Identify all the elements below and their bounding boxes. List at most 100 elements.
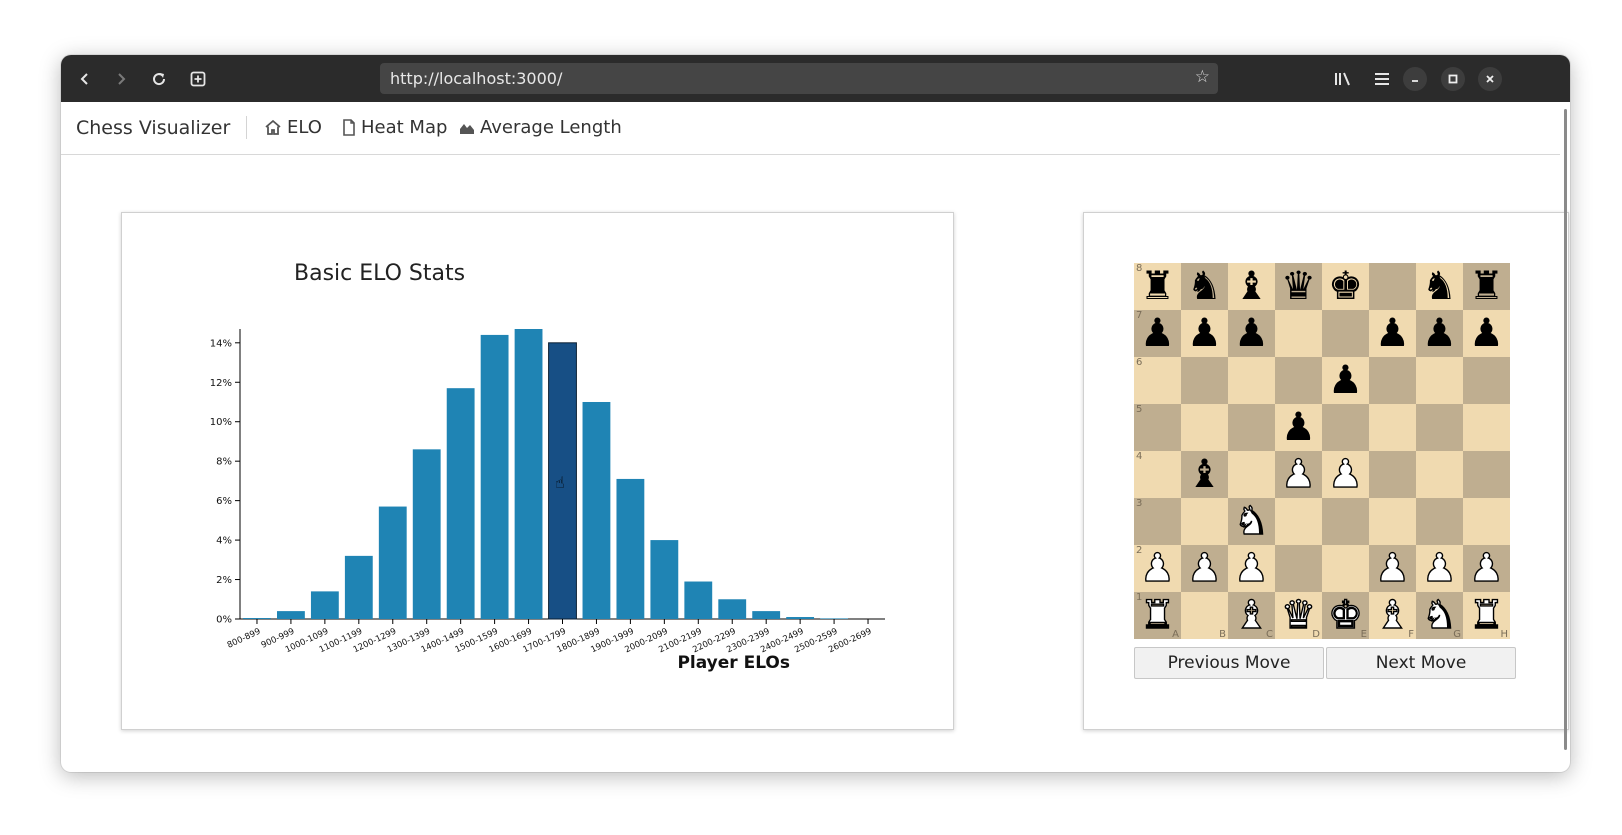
board-square[interactable]: ♜ bbox=[1463, 263, 1510, 310]
black-pawn-icon[interactable]: ♟ bbox=[1134, 310, 1181, 357]
board-square[interactable] bbox=[1463, 498, 1510, 545]
next-move-button[interactable]: Next Move bbox=[1326, 647, 1516, 679]
board-square[interactable] bbox=[1369, 357, 1416, 404]
board-square[interactable]: 8 ♜ bbox=[1134, 263, 1181, 310]
back-icon[interactable] bbox=[71, 65, 99, 93]
board-square[interactable]: 4 bbox=[1134, 451, 1181, 498]
white-pawn-icon[interactable]: ♟ bbox=[1134, 545, 1181, 592]
white-pawn-icon[interactable]: ♟ bbox=[1275, 451, 1322, 498]
board-square[interactable] bbox=[1181, 357, 1228, 404]
board-square[interactable] bbox=[1322, 545, 1369, 592]
black-knight-icon[interactable]: ♞ bbox=[1416, 263, 1463, 310]
board-square[interactable] bbox=[1275, 545, 1322, 592]
black-pawn-icon[interactable]: ♟ bbox=[1416, 310, 1463, 357]
scrollbar[interactable] bbox=[1564, 109, 1567, 750]
board-square[interactable] bbox=[1463, 451, 1510, 498]
nav-item-heat-map[interactable]: Heat Map bbox=[342, 117, 447, 138]
board-square[interactable]: ♚ bbox=[1322, 263, 1369, 310]
white-pawn-icon[interactable]: ♟ bbox=[1228, 545, 1275, 592]
black-knight-icon[interactable]: ♞ bbox=[1181, 263, 1228, 310]
board-square[interactable]: D ♛ bbox=[1275, 592, 1322, 640]
board-square[interactable] bbox=[1416, 357, 1463, 404]
maximize-icon[interactable] bbox=[1441, 67, 1465, 91]
bookmark-star-icon[interactable]: ☆ bbox=[1195, 67, 1210, 87]
board-square[interactable] bbox=[1228, 451, 1275, 498]
black-queen-icon[interactable]: ♛ bbox=[1275, 263, 1322, 310]
black-rook-icon[interactable]: ♜ bbox=[1463, 263, 1510, 310]
menu-icon[interactable] bbox=[1368, 65, 1396, 93]
white-bishop-icon[interactable]: ♝ bbox=[1369, 592, 1416, 639]
white-rook-icon[interactable]: ♜ bbox=[1463, 592, 1510, 639]
black-pawn-icon[interactable]: ♟ bbox=[1369, 310, 1416, 357]
nav-item-average-length[interactable]: Average Length bbox=[459, 117, 622, 138]
board-square[interactable] bbox=[1369, 451, 1416, 498]
board-square[interactable] bbox=[1322, 404, 1369, 451]
board-square[interactable]: ♟ bbox=[1228, 310, 1275, 357]
board-square[interactable]: ♟ bbox=[1416, 545, 1463, 592]
board-square[interactable]: F ♝ bbox=[1369, 592, 1416, 640]
board-square[interactable] bbox=[1322, 498, 1369, 545]
board-square[interactable]: 2 ♟ bbox=[1134, 545, 1181, 592]
white-pawn-icon[interactable]: ♟ bbox=[1322, 451, 1369, 498]
white-pawn-icon[interactable]: ♟ bbox=[1416, 545, 1463, 592]
board-square[interactable] bbox=[1275, 498, 1322, 545]
board-square[interactable]: ♟ bbox=[1463, 545, 1510, 592]
black-bishop-icon[interactable]: ♝ bbox=[1228, 263, 1275, 310]
forward-icon[interactable] bbox=[107, 65, 135, 93]
board-square[interactable]: ♝ bbox=[1181, 451, 1228, 498]
app-brand[interactable]: Chess Visualizer bbox=[76, 117, 230, 139]
black-pawn-icon[interactable]: ♟ bbox=[1463, 310, 1510, 357]
board-square[interactable]: ♞ bbox=[1416, 263, 1463, 310]
url-text[interactable]: http://localhost:3000/ bbox=[390, 69, 562, 88]
previous-move-button[interactable]: Previous Move bbox=[1134, 647, 1324, 679]
board-square[interactable]: ♞ bbox=[1228, 498, 1275, 545]
board-square[interactable]: 5 bbox=[1134, 404, 1181, 451]
new-tab-icon[interactable] bbox=[184, 65, 212, 93]
white-rook-icon[interactable]: ♜ bbox=[1134, 592, 1181, 639]
board-square[interactable] bbox=[1275, 357, 1322, 404]
minimize-icon[interactable] bbox=[1403, 67, 1427, 91]
white-knight-icon[interactable]: ♞ bbox=[1416, 592, 1463, 639]
board-square[interactable]: 6 bbox=[1134, 357, 1181, 404]
close-icon[interactable] bbox=[1478, 67, 1502, 91]
nav-item-elo[interactable]: ELO bbox=[264, 117, 322, 138]
white-knight-icon[interactable]: ♞ bbox=[1228, 498, 1275, 545]
url-bar[interactable]: http://localhost:3000/ ☆ bbox=[380, 63, 1218, 94]
black-pawn-icon[interactable]: ♟ bbox=[1228, 310, 1275, 357]
board-square[interactable] bbox=[1463, 404, 1510, 451]
board-square[interactable]: ♟ bbox=[1369, 545, 1416, 592]
board-square[interactable]: ♟ bbox=[1181, 310, 1228, 357]
board-square[interactable]: E ♚ bbox=[1322, 592, 1369, 640]
board-square[interactable]: B bbox=[1181, 592, 1228, 640]
board-square[interactable]: 1 A ♜ bbox=[1134, 592, 1181, 640]
black-pawn-icon[interactable]: ♟ bbox=[1181, 310, 1228, 357]
board-square[interactable] bbox=[1369, 404, 1416, 451]
board-square[interactable] bbox=[1228, 357, 1275, 404]
white-king-icon[interactable]: ♚ bbox=[1322, 592, 1369, 639]
board-square[interactable]: ♟ bbox=[1181, 545, 1228, 592]
reload-icon[interactable] bbox=[145, 65, 173, 93]
board-square[interactable] bbox=[1463, 357, 1510, 404]
black-pawn-icon[interactable]: ♟ bbox=[1275, 404, 1322, 451]
board-square[interactable]: ♟ bbox=[1275, 451, 1322, 498]
board-square[interactable]: ♟ bbox=[1463, 310, 1510, 357]
board-square[interactable]: ♟ bbox=[1416, 310, 1463, 357]
board-square[interactable] bbox=[1369, 498, 1416, 545]
board-square[interactable]: ♞ bbox=[1181, 263, 1228, 310]
board-square[interactable] bbox=[1322, 310, 1369, 357]
board-square[interactable] bbox=[1275, 310, 1322, 357]
white-pawn-icon[interactable]: ♟ bbox=[1181, 545, 1228, 592]
black-pawn-icon[interactable]: ♟ bbox=[1322, 357, 1369, 404]
board-square[interactable] bbox=[1181, 404, 1228, 451]
white-queen-icon[interactable]: ♛ bbox=[1275, 592, 1322, 639]
board-square[interactable]: ♟ bbox=[1228, 545, 1275, 592]
board-square[interactable]: ♟ bbox=[1275, 404, 1322, 451]
board-square[interactable] bbox=[1416, 498, 1463, 545]
black-rook-icon[interactable]: ♜ bbox=[1134, 263, 1181, 310]
board-square[interactable]: G ♞ bbox=[1416, 592, 1463, 640]
board-square[interactable]: ♟ bbox=[1322, 357, 1369, 404]
board-square[interactable] bbox=[1369, 263, 1416, 310]
library-icon[interactable] bbox=[1329, 65, 1357, 93]
black-bishop-icon[interactable]: ♝ bbox=[1181, 451, 1228, 498]
board-square[interactable]: ♟ bbox=[1322, 451, 1369, 498]
